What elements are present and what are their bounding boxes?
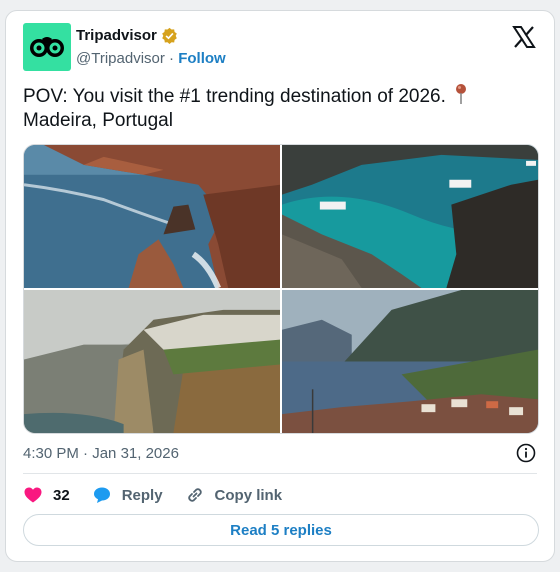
- heart-icon: [24, 487, 42, 503]
- coastal-town-valley-photo[interactable]: [282, 290, 538, 433]
- reply-button[interactable]: Reply: [92, 485, 163, 505]
- timestamp[interactable]: 4:30 PM · Jan 31, 2026: [23, 445, 179, 462]
- divider: [23, 473, 537, 474]
- copy-link-button[interactable]: Copy link: [185, 485, 283, 505]
- tweet-text: POV: You visit the #1 trending destinati…: [23, 83, 543, 133]
- like-count: 32: [53, 486, 70, 504]
- author-name[interactable]: Tripadvisor: [76, 27, 157, 44]
- info-icon[interactable]: [516, 443, 536, 463]
- turquoise-bay-boats-photo[interactable]: [282, 145, 538, 288]
- media-grid: [23, 144, 539, 434]
- reply-label: Reply: [121, 486, 163, 504]
- tweet-text-line1: POV: You visit the #1 trending destinati…: [23, 86, 446, 107]
- owl-logo-icon: [30, 37, 64, 57]
- x-logo-icon[interactable]: [512, 25, 536, 49]
- round-pushpin-icon: [455, 84, 466, 104]
- follow-link[interactable]: Follow: [178, 50, 226, 67]
- copy-link-label: Copy link: [214, 486, 283, 504]
- reply-bubble-icon: [93, 487, 110, 503]
- read-replies-button[interactable]: Read 5 replies: [23, 514, 539, 546]
- handle-separator: ·: [169, 50, 175, 67]
- tweet-card: Tripadvisor @Tripadvisor · Follow POV: Y…: [5, 10, 555, 562]
- tweet-time: 4:30 PM: [23, 445, 79, 462]
- handle-row: @Tripadvisor · Follow: [76, 50, 226, 67]
- like-button[interactable]: 32: [23, 485, 70, 505]
- cliffs-coast-photo[interactable]: [24, 145, 280, 288]
- action-bar: 32 Reply Copy link: [23, 485, 304, 505]
- timestamp-separator: ·: [83, 445, 89, 462]
- tweet-text-line2: Madeira, Portugal: [23, 110, 173, 131]
- avatar[interactable]: [23, 23, 71, 71]
- link-icon: [187, 488, 202, 502]
- verified-badge-icon: [162, 27, 177, 44]
- village-on-cliff-photo[interactable]: [24, 290, 280, 433]
- author-handle[interactable]: @Tripadvisor: [76, 50, 165, 67]
- tweet-date: Jan 31, 2026: [92, 445, 179, 462]
